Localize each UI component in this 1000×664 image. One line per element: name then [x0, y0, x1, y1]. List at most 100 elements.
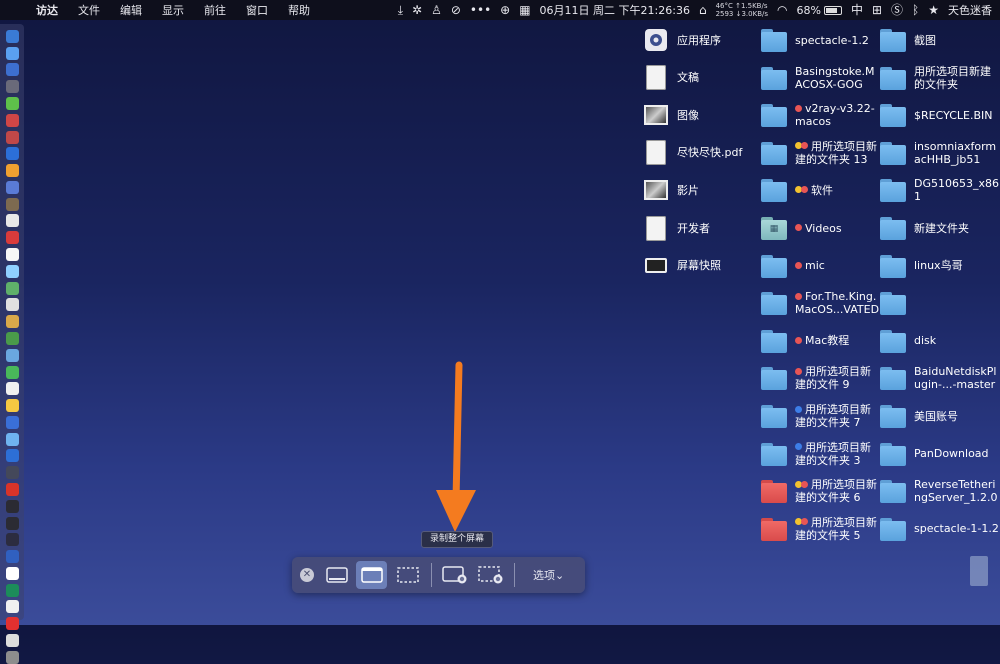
desktop-item[interactable]: 尽快尽快.pdf	[643, 136, 763, 170]
dock-app-icon[interactable]	[5, 432, 19, 446]
dock-app-icon[interactable]	[5, 516, 19, 530]
desktop-item[interactable]: 应用程序	[643, 23, 763, 57]
desktop-item[interactable]: mic	[761, 249, 881, 283]
close-icon[interactable]: ✕	[300, 568, 314, 582]
desktop-item[interactable]: BaiduNetdiskPl ugin-...-master	[880, 361, 1000, 395]
dock-app-icon[interactable]	[5, 298, 19, 312]
calendar-icon[interactable]: ▦	[519, 0, 530, 20]
desktop-item[interactable]: 新建文件夹	[880, 211, 1000, 245]
user-name[interactable]: 天色迷香	[948, 2, 992, 18]
menu-app-name[interactable]: 访达	[30, 0, 68, 20]
dock-app-icon[interactable]	[5, 365, 19, 379]
desktop-item[interactable]: Basingstoke.M ACOSX-GOG	[761, 61, 881, 95]
dock-app-icon[interactable]	[5, 466, 19, 480]
desktop-item[interactable]: linux鸟哥	[880, 249, 1000, 283]
desktop-item[interactable]: insomniaxform acHHB_jb51	[880, 136, 1000, 170]
dock-app-icon[interactable]	[5, 214, 19, 228]
capture-window-button[interactable]	[356, 561, 387, 589]
corner-document-icon[interactable]	[970, 556, 988, 586]
dock-app-icon[interactable]	[5, 63, 19, 77]
dock-app-icon[interactable]	[5, 197, 19, 211]
desktop-item[interactable]: spectacle-1-1.2	[880, 512, 1000, 546]
dock-app-icon[interactable]	[5, 650, 19, 664]
capture-entire-screen-button[interactable]	[322, 561, 352, 589]
sync-icon[interactable]: ⊘	[451, 0, 461, 20]
menu-edit[interactable]: 编辑	[110, 0, 152, 20]
desktop-item[interactable]: 屏幕快照	[643, 249, 763, 283]
ghost-icon[interactable]: ♙	[431, 0, 442, 20]
dock-app-icon[interactable]	[5, 248, 19, 262]
dock-app-icon[interactable]	[5, 600, 19, 614]
desktop-item[interactable]: 美国账号	[880, 399, 1000, 433]
desktop-item[interactable]: For.The.King. MacOS...VATED	[761, 286, 881, 320]
dots-icon[interactable]: •••	[470, 0, 491, 20]
dock-app-icon[interactable]	[5, 617, 19, 631]
desktop-item[interactable]: Mac教程	[761, 324, 881, 358]
desktop-item[interactable]: 用所选项目新 建的文件夹 7	[761, 399, 881, 433]
dock-app-icon[interactable]	[5, 46, 19, 60]
desktop-item[interactable]: PanDownload	[880, 437, 1000, 471]
gear-app-icon[interactable]: ✲	[412, 0, 422, 20]
desktop-item[interactable]: 用所选项目新 建的文件夹 5	[761, 512, 881, 546]
dock-app-icon[interactable]	[5, 331, 19, 345]
desktop-item[interactable]: 用所选项目新 建的文件 9	[761, 361, 881, 395]
record-entire-screen-button[interactable]	[440, 561, 470, 589]
dock-app-icon[interactable]	[5, 130, 19, 144]
dock-app-icon[interactable]	[5, 382, 19, 396]
dock-app-icon[interactable]	[5, 97, 19, 111]
desktop-item[interactable]: 截图	[880, 23, 1000, 57]
desktop-item[interactable]: DG510653_x86 1	[880, 173, 1000, 207]
desktop-item[interactable]: 用所选项目新 建的文件夹 3	[761, 437, 881, 471]
dock-app-icon[interactable]	[5, 348, 19, 362]
record-selection-button[interactable]	[476, 561, 506, 589]
dock-app-icon[interactable]	[5, 566, 19, 580]
desktop-item[interactable]: 影片	[643, 173, 763, 207]
dock-app-icon[interactable]	[5, 499, 19, 513]
dock-app-icon[interactable]	[5, 315, 19, 329]
dock-app-icon[interactable]	[5, 449, 19, 463]
dock-app-icon[interactable]	[5, 80, 19, 94]
desktop-item[interactable]: 开发者	[643, 211, 763, 245]
dock-app-icon[interactable]	[5, 264, 19, 278]
desktop-item[interactable]: ▦ Videos	[761, 211, 881, 245]
desktop-item[interactable]: spectacle-1.2	[761, 23, 881, 57]
snap-icon[interactable]: Ⓢ	[891, 0, 903, 20]
capture-selection-button[interactable]	[393, 561, 423, 589]
bluetooth-icon[interactable]: ᛒ	[912, 0, 919, 20]
wifi-icon[interactable]: ◠	[777, 0, 787, 20]
tray-icon[interactable]: ⌂	[699, 0, 707, 20]
menu-go[interactable]: 前往	[194, 0, 236, 20]
desktop-item[interactable]: disk	[880, 324, 1000, 358]
dock-app-icon[interactable]	[5, 180, 19, 194]
dock-app-icon[interactable]	[5, 550, 19, 564]
desktop-item[interactable]: 文稿	[643, 61, 763, 95]
star-icon[interactable]: ★	[928, 0, 939, 20]
dock-app-icon[interactable]	[5, 399, 19, 413]
menu-help[interactable]: 帮助	[278, 0, 320, 20]
desktop-item[interactable]: 软件	[761, 173, 881, 207]
system-stats[interactable]: 46°C ↑1.5KB/s 2593 ↓3.0KB/s	[716, 2, 768, 18]
dock-app-icon[interactable]	[5, 583, 19, 597]
battery-status[interactable]: 68%	[796, 4, 842, 17]
desktop-item[interactable]	[880, 286, 1000, 320]
dock-app-icon[interactable]	[5, 29, 19, 43]
dock-app-icon[interactable]	[5, 634, 19, 648]
menu-file[interactable]: 文件	[68, 0, 110, 20]
dock-app-icon[interactable]	[5, 164, 19, 178]
desktop-item[interactable]: 用所选项目新 建的文件夹 6	[761, 474, 881, 508]
desktop-item[interactable]: 用所选项目新 建的文件夹 13	[761, 136, 881, 170]
dock-app-icon[interactable]	[5, 533, 19, 547]
dock-app-icon[interactable]	[5, 281, 19, 295]
dock-app-icon[interactable]	[5, 147, 19, 161]
options-button[interactable]: 选项⌄	[523, 567, 574, 583]
dock-app-icon[interactable]	[5, 113, 19, 127]
clock[interactable]: 06月11日 周二 下午21:26:36	[540, 2, 690, 18]
desktop-item[interactable]: ReverseTetheri ngServer_1.2.0	[880, 474, 1000, 508]
desktop-item[interactable]: 图像	[643, 98, 763, 132]
download-icon[interactable]: ⤓	[398, 0, 403, 20]
menu-window[interactable]: 窗口	[236, 0, 278, 20]
dock-app-icon[interactable]	[5, 415, 19, 429]
dock-app-icon[interactable]	[5, 231, 19, 245]
desktop-item[interactable]: 用所选项目新建 的文件夹	[880, 61, 1000, 95]
dock-app-icon[interactable]	[5, 482, 19, 496]
